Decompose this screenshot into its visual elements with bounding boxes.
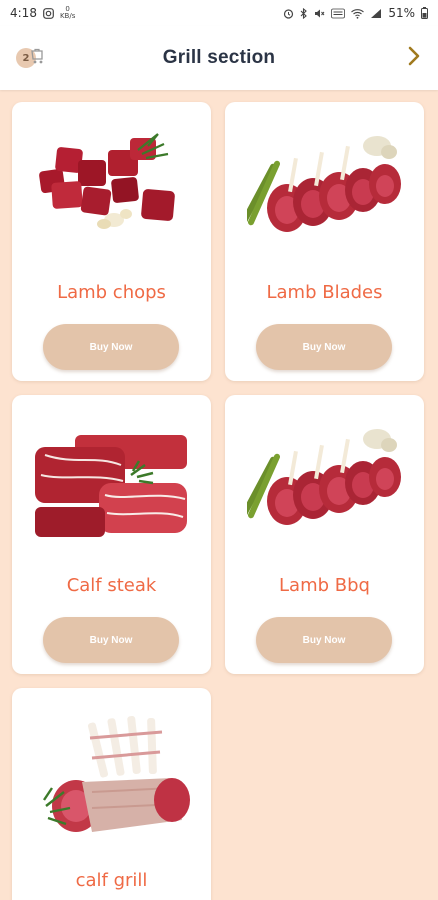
lamb-rack-illustration [247,429,401,525]
product-image [34,130,190,242]
cart-button[interactable]: 2 [16,45,46,71]
network-speed: 0 KB/s [59,5,76,20]
product-image [35,435,187,537]
status-time: 4:18 [10,6,37,20]
page-title: Grill section [162,47,276,68]
alarm-icon [283,8,294,19]
product-card[interactable]: Lamb Blades Buy Now [225,102,424,381]
bluetooth-icon [300,7,308,19]
product-image [247,423,403,535]
product-grid: Lamb chops Buy Now Lamb Blades Buy Now C… [0,90,438,900]
beef-steak-illustration [35,435,187,537]
app-bar: 2 Grill section [0,26,438,90]
buy-now-button[interactable]: Buy Now [43,617,179,663]
product-card[interactable]: Lamb chops Buy Now [12,102,211,381]
product-card[interactable]: calf grill [12,688,211,900]
rack-roast-illustration [43,716,190,832]
product-card[interactable]: Calf steak Buy Now [12,395,211,674]
chevron-right-icon [406,45,422,71]
buy-now-button[interactable]: Buy Now [43,324,179,370]
buy-now-button[interactable]: Buy Now [256,617,392,663]
signal-icon [370,8,382,19]
wifi-icon [351,8,365,19]
meat-cubes-illustration [39,133,175,229]
buy-now-button[interactable]: Buy Now [256,324,392,370]
mute-icon [314,8,325,19]
status-bar: 4:18 0 KB/s 51% [0,0,438,26]
product-name: Lamb chops [57,282,166,303]
battery-percent: 51% [388,6,415,20]
cart-icon [30,48,46,70]
product-name: Calf steak [66,575,157,596]
volte-icon [331,8,346,19]
instagram-icon [43,7,54,19]
next-button[interactable] [398,42,430,74]
product-name: calf grill [75,870,148,891]
product-card[interactable]: Lamb Bbq Buy Now [225,395,424,674]
product-image [32,708,192,848]
product-name: Lamb Blades [266,282,383,303]
lamb-rack-illustration [247,136,401,232]
product-image [247,130,403,242]
battery-icon [421,7,428,19]
product-name: Lamb Bbq [279,575,370,596]
